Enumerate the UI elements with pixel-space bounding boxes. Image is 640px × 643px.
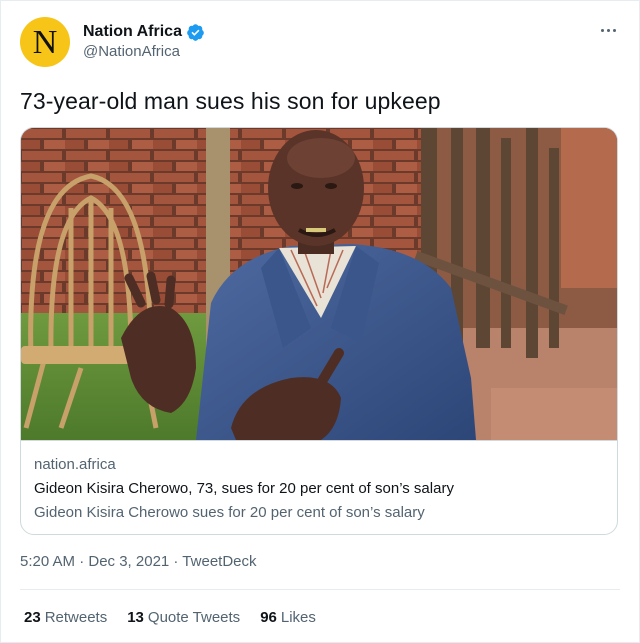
likes-stat[interactable]: 96 Likes	[260, 609, 316, 626]
avatar[interactable]: N	[20, 17, 70, 67]
likes-count: 96	[260, 609, 277, 626]
more-dot	[600, 28, 604, 32]
retweets-count: 23	[24, 609, 41, 626]
card-description: Gideon Kisira Cherowo sues for 20 per ce…	[34, 504, 425, 521]
more-dot	[606, 28, 610, 32]
avatar-letter: N	[32, 24, 58, 61]
link-card[interactable]: nation.africa Gideon Kisira Cherowo, 73,…	[20, 127, 618, 535]
tweet-container: N Nation Africa @NationAfrica 73-year-ol…	[0, 0, 640, 643]
verified-badge-icon	[187, 23, 204, 41]
card-photo	[21, 128, 617, 440]
author-display-name[interactable]: Nation Africa	[83, 23, 182, 41]
retweets-stat[interactable]: 23 Retweets	[24, 609, 107, 626]
quote-tweets-stat[interactable]: 13 Quote Tweets	[127, 609, 240, 626]
likes-label: Likes	[280, 609, 316, 626]
tweet-text: 73-year-old man sues his son for upkeep	[20, 88, 441, 114]
author-name-row[interactable]: Nation Africa	[83, 21, 205, 43]
tweet-stats: 23 Retweets 13 Quote Tweets 96 Likes	[24, 609, 336, 626]
card-domain: nation.africa	[34, 456, 116, 473]
quote-tweets-label: Quote Tweets	[147, 609, 241, 626]
quote-tweets-count: 13	[127, 609, 144, 626]
more-icon[interactable]	[597, 19, 619, 41]
author-handle[interactable]: @NationAfrica	[83, 43, 180, 60]
more-dot	[612, 28, 616, 32]
retweets-label: Retweets	[44, 609, 108, 626]
card-image[interactable]	[21, 128, 617, 440]
divider	[20, 589, 620, 590]
tweet-timestamp[interactable]: 5:20 AM · Dec 3, 2021 · TweetDeck	[20, 553, 257, 570]
card-title: Gideon Kisira Cherowo, 73, sues for 20 p…	[34, 480, 454, 497]
card-meta[interactable]: nation.africa Gideon Kisira Cherowo, 73,…	[21, 440, 617, 534]
